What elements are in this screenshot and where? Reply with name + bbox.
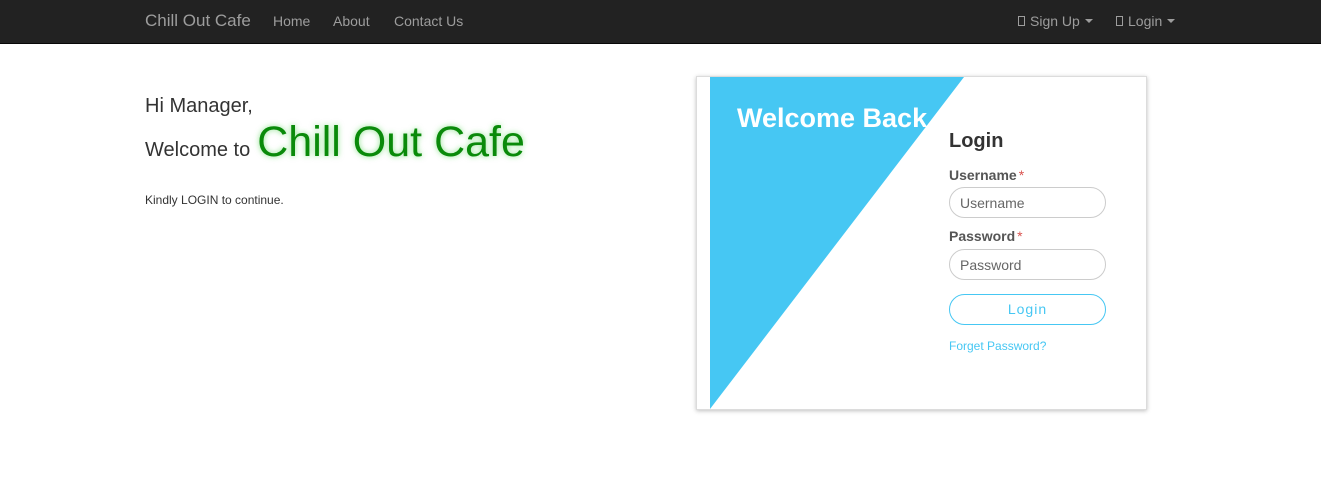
login-icon	[1116, 16, 1123, 26]
required-marker: *	[1018, 167, 1025, 183]
cafe-name-heading: Chill Out Cafe	[257, 118, 525, 166]
brand-link[interactable]: Chill Out Cafe	[145, 11, 251, 31]
username-input[interactable]	[949, 187, 1106, 218]
user-plus-icon	[1018, 16, 1025, 26]
nav-contact-link[interactable]: Contact Us	[394, 13, 463, 29]
signup-dropdown[interactable]: Sign Up	[1018, 13, 1093, 29]
welcome-back-text: Welcome Back	[737, 103, 928, 133]
signup-label: Sign Up	[1030, 13, 1080, 29]
nav-home-link[interactable]: Home	[273, 13, 310, 29]
login-card: Welcome Back Login Username* Password* L…	[696, 76, 1147, 410]
password-input[interactable]	[949, 249, 1106, 280]
top-navbar: Chill Out Cafe Home About Contact Us Sig…	[0, 0, 1321, 44]
welcome-to-text: Welcome to	[145, 139, 251, 161]
username-label-text: Username	[949, 167, 1017, 183]
login-submit-button[interactable]: Login	[949, 294, 1106, 325]
instruction-text: Kindly LOGIN to continue.	[145, 193, 284, 207]
chevron-down-icon	[1167, 19, 1176, 23]
required-marker: *	[1017, 228, 1023, 244]
login-label: Login	[1128, 13, 1163, 29]
username-label: Username *	[949, 167, 1024, 183]
nav-about-link[interactable]: About	[333, 13, 370, 29]
chevron-down-icon	[1084, 19, 1093, 23]
login-dropdown[interactable]: Login	[1116, 13, 1176, 29]
welcome-line: Welcome to Chill Out Cafe	[145, 118, 525, 167]
forgot-password-link[interactable]: Forget Password?	[949, 339, 1046, 353]
password-label: Password *	[949, 228, 1023, 244]
greeting-text: Hi Manager,	[145, 95, 253, 117]
password-label-text: Password	[949, 228, 1016, 244]
login-heading: Login	[949, 130, 1004, 152]
